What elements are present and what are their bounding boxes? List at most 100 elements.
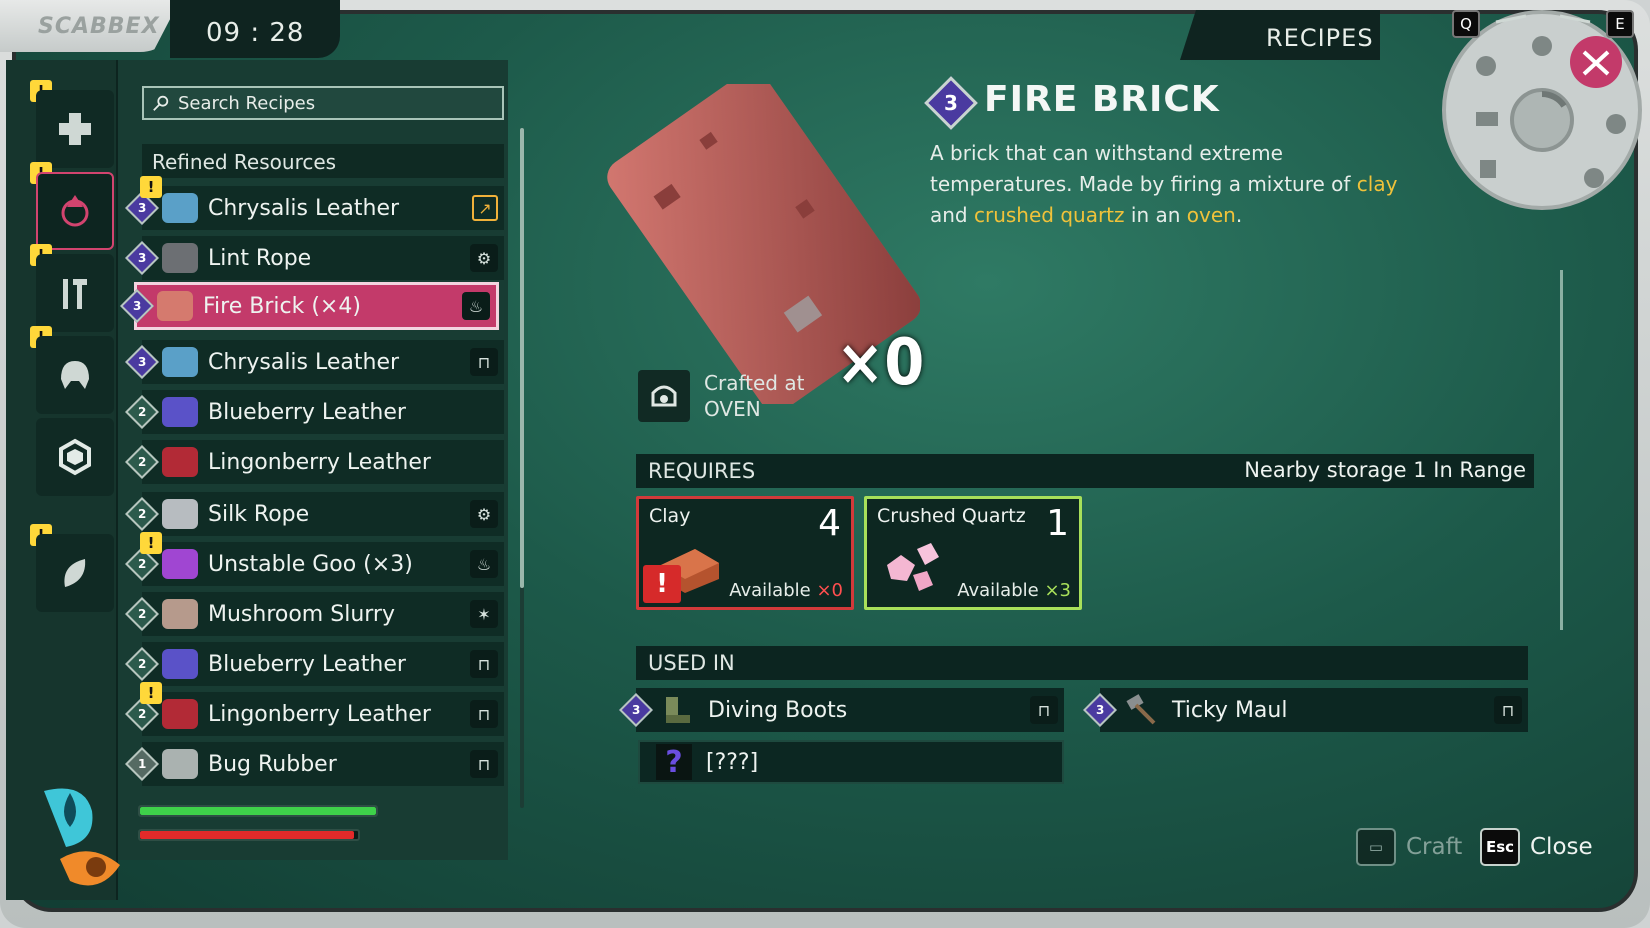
recipe-row[interactable]: 2 Lingonberry Leather ⊓! [125,682,504,736]
detail-scrollbar[interactable] [1560,270,1563,630]
recipe-row[interactable]: 2 Lingonberry Leather [125,440,504,484]
character-icon [1532,36,1552,56]
list-scrollbar[interactable] [520,128,524,588]
tab-armor[interactable] [36,336,114,414]
dial-icons [1476,14,1626,188]
requires-header: REQUIRES Nearby storage 1 In Range [636,454,1534,488]
item-icon [162,699,198,729]
oven-icon: ♨ [470,550,498,578]
recipe-row[interactable]: 2 Mushroom Slurry ✶ [125,592,504,636]
workbench-icon: ⚙ [470,244,498,272]
plus-icon [59,113,91,145]
maul-icon [1126,694,1156,725]
craft-label: Craft [1406,834,1463,860]
item-description: A brick that can withstand extreme tempe… [930,141,1398,227]
spacebar-key-icon: ▭ [1356,828,1396,866]
recipe-row[interactable]: 2 Blueberry Leather ⊓ [125,642,504,686]
recipe-label: Blueberry Leather [208,399,406,425]
search-icon [153,95,169,111]
pin-icon: ↗ [472,195,498,221]
recipe-row[interactable]: 2 Blueberry Leather [125,390,504,434]
player-status [40,785,400,905]
recipe-label: Lingonberry Leather [208,701,431,727]
recipe-row[interactable]: 1 Bug Rubber ⊓ [125,742,504,786]
tab-health[interactable] [36,90,114,168]
page-title: RECIPES [1266,24,1374,52]
link-oven[interactable]: oven [1187,203,1236,227]
esc-key: Esc [1480,828,1520,866]
recipe-label: Mushroom Slurry [208,601,395,627]
table-icon: ⊓ [470,750,498,778]
tab-tools[interactable] [36,254,114,332]
recipe-row[interactable]: 3 Lint Rope ⚙ [125,236,504,280]
recipe-label: Bug Rubber [208,751,337,777]
ingredient-crushed-quartz[interactable]: Crushed Quartz 1 Available ×3 [864,496,1082,610]
resources-icon [61,195,89,227]
rack-icon: ⊓ [470,348,498,376]
category-header: Refined Resources [142,144,504,178]
item-icon [162,397,198,427]
recipe-row[interactable]: 3 Chrysalis Leather ⊓ [125,340,504,384]
used-in-ticky-maul[interactable]: 3 Ticky Maul ⊓ [1083,688,1528,732]
item-icon [162,193,198,223]
item-icon [157,291,193,321]
recipe-label: Lingonberry Leather [208,449,431,475]
crushed-quartz-icon [887,543,939,591]
dna-icon [1606,114,1626,134]
ingredient-count: 1 [1046,503,1069,544]
mortar-icon: ✶ [470,600,498,628]
oven-icon: ♨ [462,292,490,320]
recipe-label: Lint Rope [208,245,312,271]
rack-icon: ⊓ [470,700,498,728]
link-crushed-quartz[interactable]: crushed quartz [974,203,1125,227]
recipe-label: Chrysalis Leather [208,195,400,221]
crafted-at-label: Crafted at [704,371,805,395]
ingredient-clay[interactable]: Clay 4 ! Available ×0 [636,496,854,610]
recipe-row[interactable]: 3 Chrysalis Leather ↗! [125,176,504,230]
recipe-label: Fire Brick (×4) [203,293,361,319]
link-clay[interactable]: clay [1357,172,1398,196]
stamina-bar [138,805,378,817]
used-in-diving-boots[interactable]: 3 Diving Boots ⊓ [619,688,1064,732]
item-icon [162,549,198,579]
tab-building[interactable] [36,418,114,496]
ingredient-name: Clay [649,505,691,527]
recipe-row[interactable]: 3 Fire Brick (×4) ♨ [120,282,499,330]
craft-button[interactable]: ▭ Craft [1356,828,1462,866]
recipe-row[interactable]: 2 Silk Rope ⚙ [125,492,504,536]
item-icon [162,499,198,529]
settings-icon [1476,56,1496,76]
item-icon [162,243,198,273]
recipe-row[interactable]: 2 Unstable Goo (×3) ♨! [125,532,504,586]
item-title-block: 3 FIRE BRICK [920,76,1220,130]
item-icon [162,649,198,679]
crafted-at-station: OVEN [704,397,761,421]
recipe-label: Blueberry Leather [208,651,406,677]
used-in-unknown[interactable]: ? [???] [638,740,1064,784]
search-field[interactable] [142,86,504,120]
item-icon [162,347,198,377]
unknown-icon: ? [656,744,692,780]
clock: 09 : 28 [206,18,305,48]
search-input[interactable] [178,92,478,114]
diving-boots-icon [666,697,690,723]
recipe-label: Unstable Goo (×3) [208,551,413,577]
table-icon: ⊓ [1494,696,1522,724]
item-icon [162,447,198,477]
tab-nature[interactable] [36,534,114,612]
tier-badge: 3 [924,76,978,130]
helmet-icon [61,361,89,389]
health-bar [138,829,360,841]
status-emblem [44,788,120,886]
recipe-label: Silk Rope [208,501,310,527]
ingredient-available: Available ×3 [957,580,1071,601]
ingredient-available: Available ×0 [729,580,843,601]
close-button[interactable]: Esc Close [1480,828,1593,866]
leaf-icon [64,559,86,587]
tab-resources[interactable] [36,172,114,250]
recipe-label: Chrysalis Leather [208,349,400,375]
menu-dial: Q E [1440,0,1650,230]
rack-icon: ⊓ [470,650,498,678]
used-in-label: Diving Boots [708,697,848,723]
new-alert-icon: ! [140,176,162,198]
